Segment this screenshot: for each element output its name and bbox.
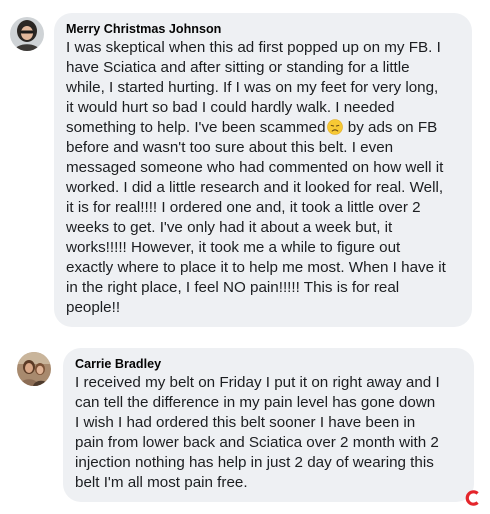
comment-text: I was skeptical when this ad first poppe… xyxy=(66,39,446,316)
comment-bubble: Merry Christmas Johnson I was skeptical … xyxy=(54,13,472,327)
comment-merry-christmas-johnson: Merry Christmas Johnson I was skeptical … xyxy=(10,13,472,327)
comment-text: I received my belt on Friday I put it on… xyxy=(75,374,440,491)
comment-carrie-bradley: Carrie Bradley I received my belt on Fri… xyxy=(17,348,474,502)
disappointed-face-emoji-icon xyxy=(326,119,343,135)
comment-author[interactable]: Carrie Bradley xyxy=(75,356,462,373)
profile-photo-icon xyxy=(10,17,44,51)
red-c-logo-icon xyxy=(465,490,479,506)
comment-bubble: Carrie Bradley I received my belt on Fri… xyxy=(63,348,474,502)
avatar[interactable] xyxy=(17,352,51,386)
avatar[interactable] xyxy=(10,17,44,51)
profile-photo-icon xyxy=(17,352,51,386)
comment-author[interactable]: Merry Christmas Johnson xyxy=(66,21,460,38)
